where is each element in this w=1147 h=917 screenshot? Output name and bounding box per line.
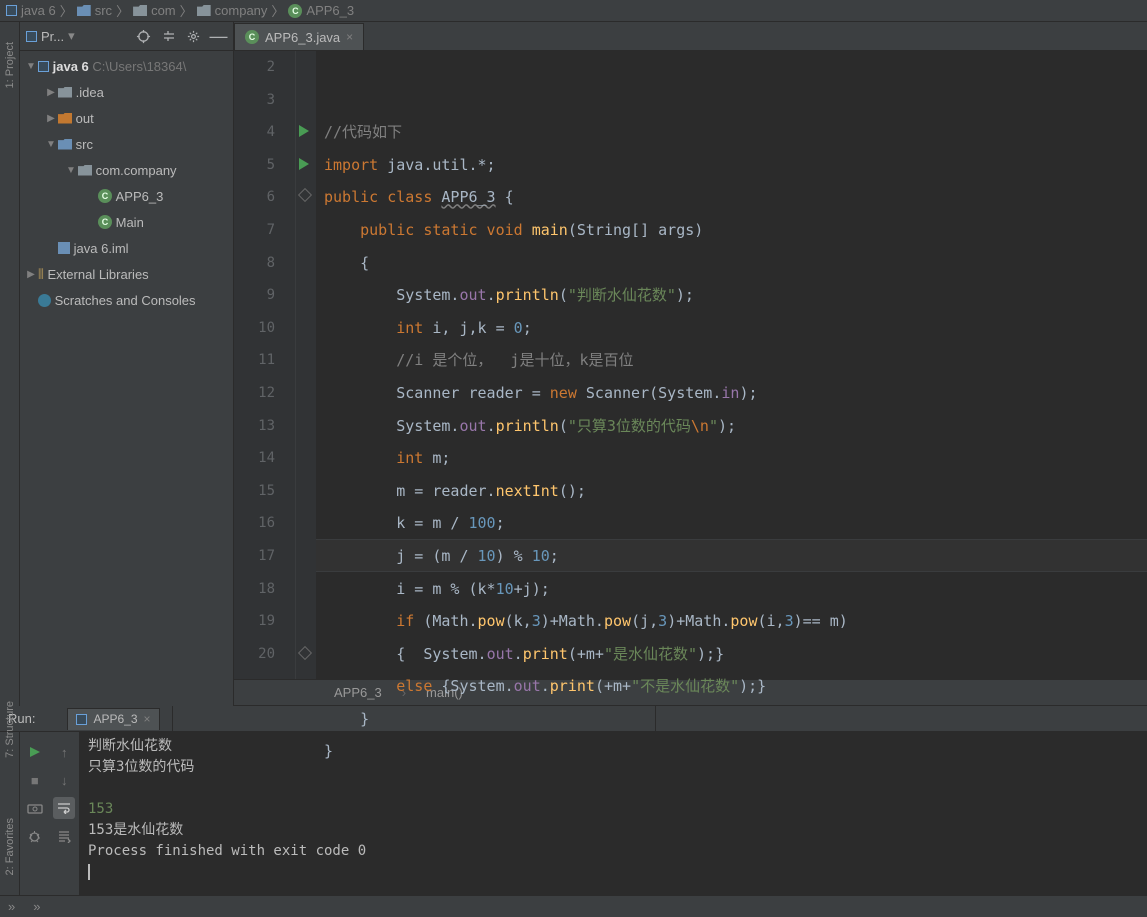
breadcrumb-item[interactable]: company: [197, 3, 268, 18]
run-line-icon[interactable]: [299, 125, 309, 137]
tree-node-root[interactable]: ▼ java 6 C:\Users\18364\: [20, 53, 233, 79]
tree-node-ext-libs[interactable]: ▶⫴ External Libraries: [20, 261, 233, 287]
run-config-tab[interactable]: APP6_3 ×: [67, 708, 159, 730]
line-gutter[interactable]: 2 3 4 5 6 7 8 9 10 11 12 13 14 15 16 17 …: [234, 51, 296, 679]
editor-tab[interactable]: C APP6_3.java ×: [234, 23, 364, 50]
locate-icon[interactable]: [135, 28, 152, 45]
library-icon: ⫴: [38, 266, 44, 283]
code-editor[interactable]: //代码如下 import java.util.*; public class …: [316, 51, 1147, 679]
scratch-icon: [38, 294, 51, 307]
folder-icon: [133, 5, 147, 16]
tab-label: APP6_3.java: [265, 30, 340, 45]
gear-icon[interactable]: [185, 28, 202, 45]
project-panel-header: Pr...▾ —: [20, 22, 233, 51]
editor-tabs: C APP6_3.java ×: [234, 22, 1147, 51]
gutter-icons: [296, 51, 316, 679]
scroll-end-icon[interactable]: [53, 825, 75, 847]
down-icon[interactable]: ↓: [53, 769, 75, 791]
breadcrumb-item[interactable]: src: [77, 3, 112, 18]
tree-node-pkg[interactable]: ▼ com.company: [20, 157, 233, 183]
tree-node-class1[interactable]: C APP6_3: [20, 183, 233, 209]
close-icon[interactable]: ×: [346, 30, 353, 44]
fold-icon[interactable]: [298, 646, 312, 660]
rerun-icon[interactable]: [24, 741, 46, 763]
tree-node-iml[interactable]: java 6.iml: [20, 235, 233, 261]
folder-icon: [58, 87, 72, 98]
app-icon: [76, 714, 87, 725]
project-view-title[interactable]: Pr...: [41, 29, 64, 44]
tool-project-button[interactable]: 1: Project: [4, 42, 16, 88]
hide-icon[interactable]: —: [210, 28, 227, 45]
editor-area: C APP6_3.java × 2 3 4 5 6 7 8 9 10 11 12…: [234, 22, 1147, 895]
breadcrumb-item[interactable]: CAPP6_3: [288, 3, 354, 18]
breadcrumb-item[interactable]: com: [133, 3, 176, 18]
tool-structure-button[interactable]: 7: Structure: [4, 701, 16, 758]
folder-icon: [58, 113, 72, 124]
tree-node-class2[interactable]: C Main: [20, 209, 233, 235]
status-more2[interactable]: »: [33, 899, 40, 914]
status-bar: » »: [0, 895, 1147, 917]
expand-all-icon[interactable]: [160, 28, 177, 45]
stop-icon[interactable]: ■: [24, 769, 46, 791]
folder-icon: [77, 5, 91, 16]
soft-wrap-icon[interactable]: [53, 797, 75, 819]
class-icon: C: [98, 189, 112, 203]
module-icon: [26, 31, 37, 42]
class-icon: C: [288, 4, 302, 18]
folder-icon: [78, 165, 92, 176]
up-icon[interactable]: ↑: [53, 741, 75, 763]
breadcrumb-item[interactable]: java 6: [6, 3, 56, 18]
camera-icon[interactable]: [24, 797, 46, 819]
bug-icon[interactable]: [24, 825, 46, 847]
iml-icon: [58, 242, 70, 254]
tree-node-out[interactable]: ▶ out: [20, 105, 233, 131]
run-toolbar: ↑ ■ ↓: [20, 732, 80, 895]
tree-node-src[interactable]: ▼ src: [20, 131, 233, 157]
fold-icon[interactable]: [298, 188, 312, 202]
folder-icon: [58, 139, 72, 150]
tree-node-idea[interactable]: ▶ .idea: [20, 79, 233, 105]
run-line-icon[interactable]: [299, 158, 309, 170]
close-icon[interactable]: ×: [144, 712, 151, 726]
breadcrumb: java 6〉 src〉 com〉 company〉 CAPP6_3: [0, 0, 1147, 22]
status-more[interactable]: »: [8, 899, 15, 914]
folder-icon: [197, 5, 211, 16]
module-icon: [38, 61, 49, 72]
module-icon: [6, 5, 17, 16]
class-icon: C: [98, 215, 112, 229]
class-icon: C: [245, 30, 259, 44]
tool-favorites-button[interactable]: 2: Favorites: [4, 818, 16, 875]
tree-node-scratch[interactable]: Scratches and Consoles: [20, 287, 233, 313]
